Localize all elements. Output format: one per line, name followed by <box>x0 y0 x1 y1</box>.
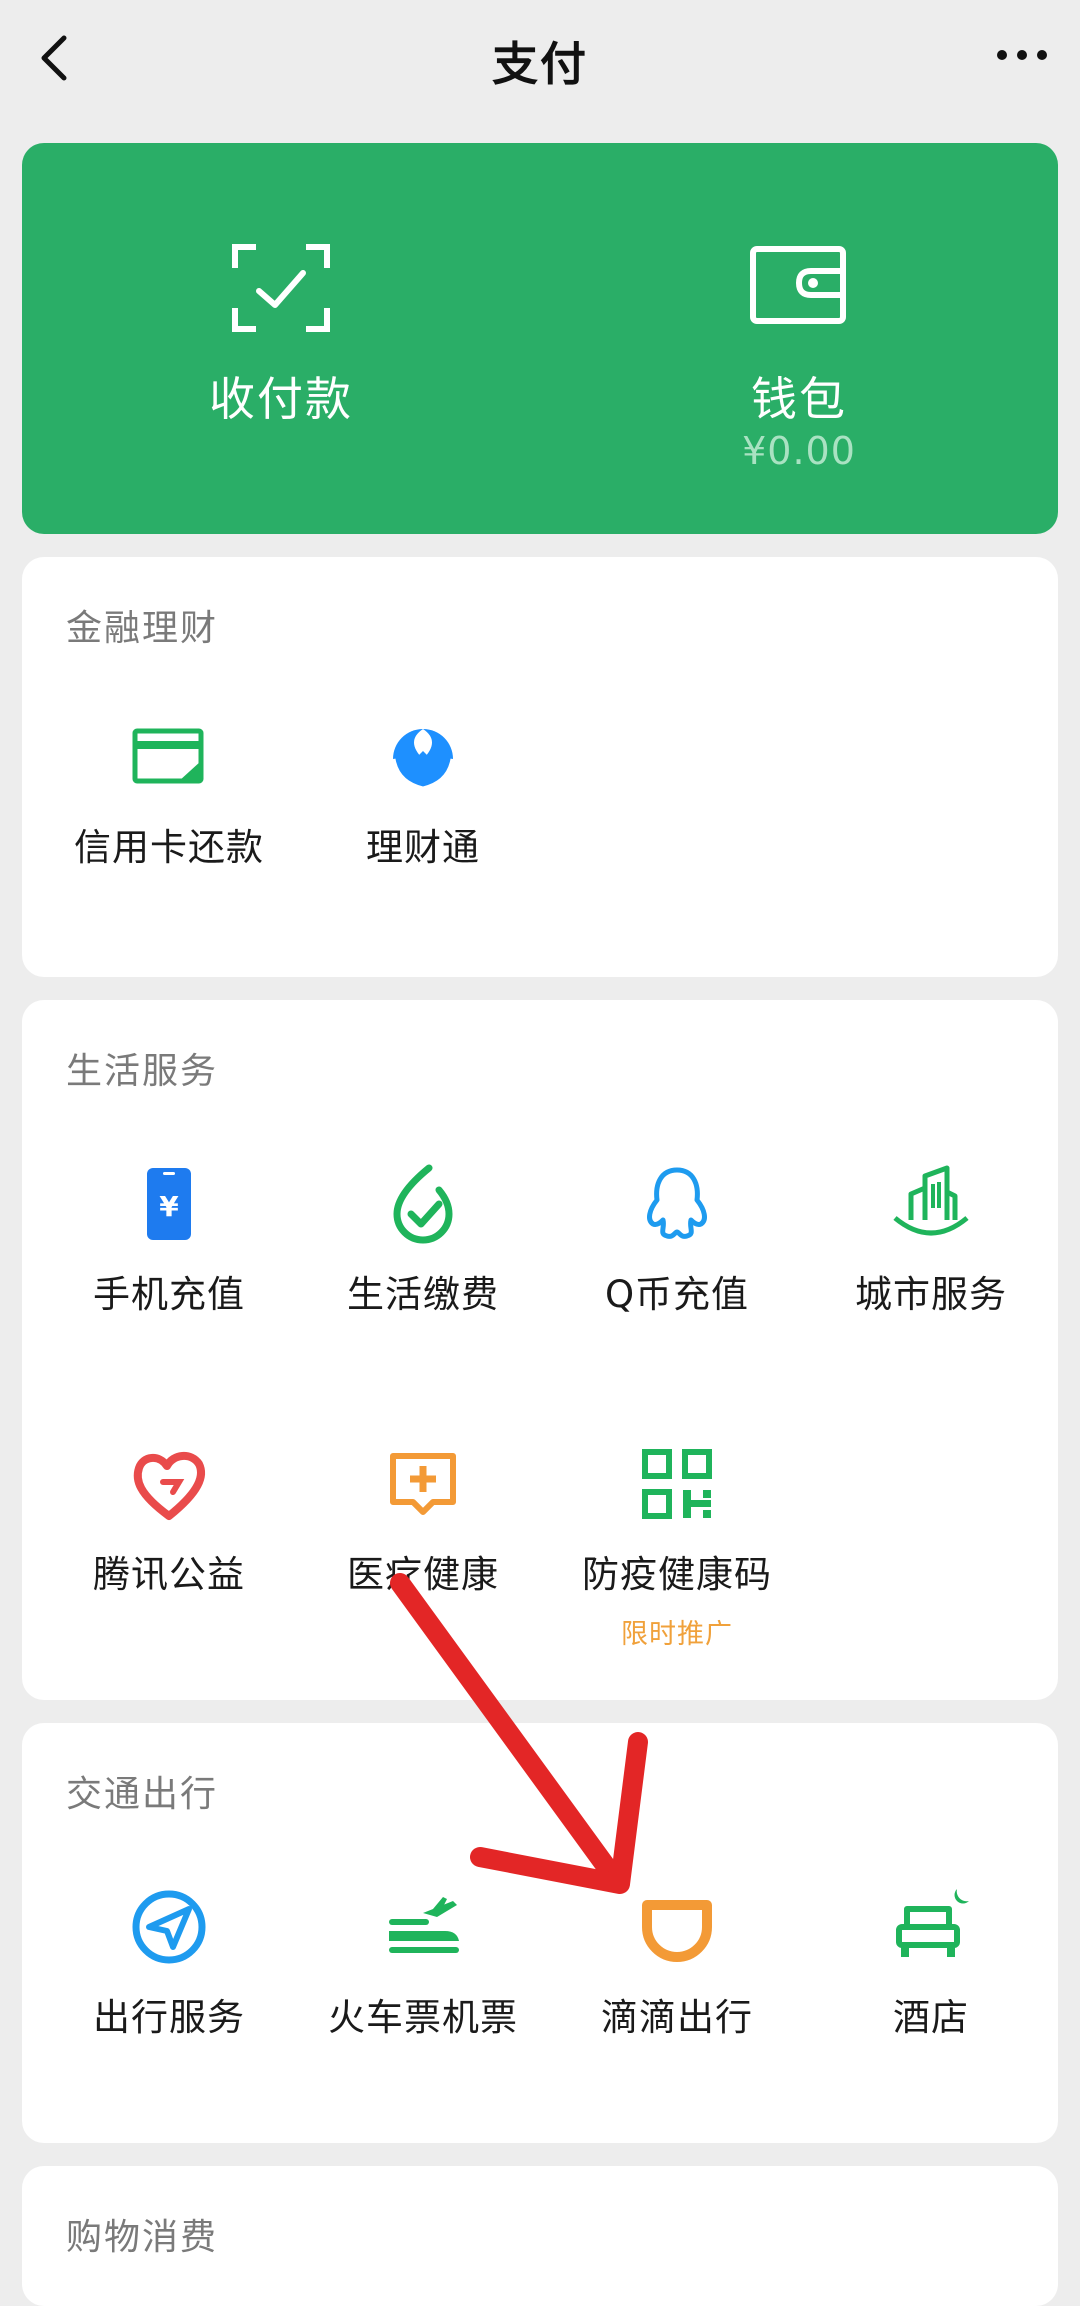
nav-bar: 支付 <box>0 0 1080 130</box>
wealth-icon <box>390 729 456 792</box>
service-label: 滴滴出行 <box>601 1996 753 2039</box>
service-credit-card[interactable]: 信用卡还款 <box>42 717 296 871</box>
service-label: 信用卡还款 <box>74 826 264 869</box>
section-title: 交通出行 <box>66 1774 219 1815</box>
credit-card-icon <box>132 728 204 784</box>
service-charity[interactable]: 腾讯公益 <box>42 1444 296 1598</box>
receive-pay-button[interactable]: 收付款 <box>22 143 540 534</box>
phone-recharge-icon: ¥ <box>147 1168 191 1240</box>
service-label: 医疗健康 <box>347 1553 499 1596</box>
service-label: 腾讯公益 <box>93 1553 245 1596</box>
service-label: 酒店 <box>893 1996 969 2039</box>
service-label: 城市服务 <box>855 1273 1007 1316</box>
service-label: 出行服务 <box>93 1996 245 2039</box>
service-label: 防疫健康码 <box>582 1553 772 1596</box>
section-finance: 金融理财 信用卡还款 理财通 <box>22 557 1058 977</box>
service-label: 手机充值 <box>93 1273 245 1316</box>
payment-hero-card: 收付款 钱包 ¥0.00 <box>22 143 1058 534</box>
page-title: 支付 <box>492 37 588 91</box>
wallet-icon <box>750 246 846 324</box>
wallet-button[interactable]: 钱包 ¥0.00 <box>540 143 1058 534</box>
train-plane-icon <box>389 1897 459 1953</box>
service-label: 生活缴费 <box>347 1273 499 1316</box>
service-train-plane[interactable]: 火车票机票 <box>296 1887 550 2041</box>
service-hotel[interactable]: 酒店 <box>804 1887 1058 2041</box>
section-transport: 交通出行 出行服务 火车票机票 滴滴出行 酒店 <box>22 1723 1058 2143</box>
section-shopping: 购物消费 <box>22 2166 1058 2306</box>
service-utility[interactable]: 生活缴费 <box>296 1164 550 1318</box>
section-life-services: 生活服务 ¥ 手机充值 生活缴费 Q币充值 城市服务 腾讯公益 医疗健康 防疫健… <box>22 1000 1058 1700</box>
section-title: 金融理财 <box>66 608 219 649</box>
qr-code-icon <box>642 1449 712 1519</box>
service-wealth[interactable]: 理财通 <box>296 717 550 871</box>
qq-penguin-icon <box>647 1167 707 1239</box>
service-travel[interactable]: 出行服务 <box>42 1887 296 2041</box>
section-title: 生活服务 <box>66 1051 219 1092</box>
service-label: Q币充值 <box>604 1273 750 1316</box>
svg-text:¥: ¥ <box>159 1190 179 1223</box>
service-medical[interactable]: 医疗健康 <box>296 1444 550 1598</box>
service-health-code[interactable]: 防疫健康码 限时推广 <box>550 1444 804 1651</box>
utility-payment-icon <box>393 1164 453 1244</box>
city-service-icon <box>893 1165 969 1236</box>
service-didi[interactable]: 滴滴出行 <box>550 1887 804 2041</box>
wallet-label: 钱包 <box>751 372 847 426</box>
didi-icon <box>642 1900 712 1962</box>
wallet-balance: ¥0.00 <box>742 429 856 473</box>
charity-heart-icon <box>133 1452 206 1520</box>
navigation-icon <box>132 1890 206 1964</box>
medical-icon <box>390 1453 456 1515</box>
service-label: 理财通 <box>366 826 480 869</box>
service-qcoin[interactable]: Q币充值 <box>550 1164 804 1318</box>
promo-tag: 限时推广 <box>621 1619 733 1650</box>
scan-check-icon <box>232 244 330 332</box>
more-icon[interactable] <box>992 40 1052 70</box>
section-title: 购物消费 <box>66 2217 219 2258</box>
hotel-bed-icon <box>896 1889 969 1957</box>
service-city[interactable]: 城市服务 <box>804 1164 1058 1318</box>
receive-pay-label: 收付款 <box>209 372 353 426</box>
service-label: 火车票机票 <box>328 1996 518 2039</box>
service-phone-recharge[interactable]: ¥ 手机充值 <box>42 1164 296 1318</box>
